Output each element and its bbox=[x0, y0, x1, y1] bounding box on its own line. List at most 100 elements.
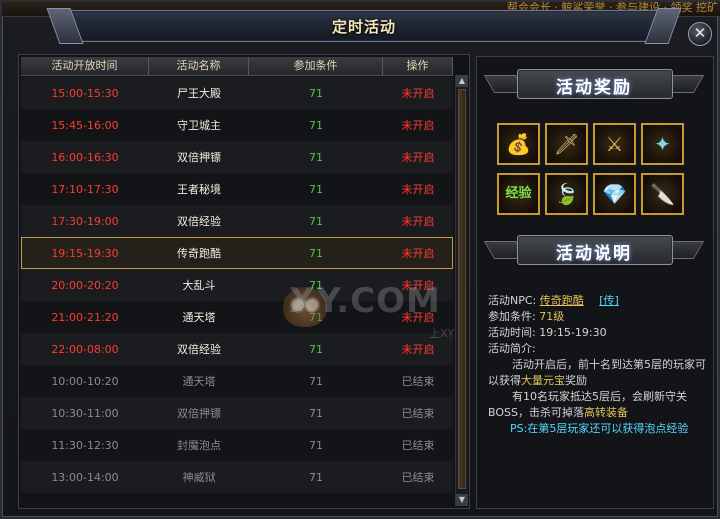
row-requirement: 71 bbox=[309, 246, 323, 260]
row-activity-name: 神威狱 bbox=[182, 471, 216, 484]
row-time: 17:10-17:30 bbox=[51, 182, 119, 196]
table-row[interactable]: 15:00-15:30 尸王大殿 71 未开启 bbox=[21, 77, 453, 109]
row-status[interactable]: 未开启 bbox=[383, 213, 453, 229]
requirement-value: 71级 bbox=[539, 310, 565, 323]
exp-orb-icon: 经验 bbox=[505, 186, 532, 201]
table-row[interactable]: 19:15-19:30 传奇跑酷 71 未开启 bbox=[21, 237, 453, 269]
table-row[interactable]: 11:30-12:30 封魔泡点 71 已结束 bbox=[21, 429, 453, 461]
row-activity-name: 尸王大殿 bbox=[177, 87, 221, 100]
table-row[interactable]: 10:30-11:00 双倍押镖 71 已结束 bbox=[21, 397, 453, 429]
row-requirement: 71 bbox=[309, 182, 323, 196]
row-status[interactable]: 未开启 bbox=[383, 341, 453, 357]
reward-slot[interactable]: 🍃 bbox=[545, 173, 588, 215]
npc-name-link[interactable]: 传奇跑酷 bbox=[540, 294, 584, 307]
reward-slot[interactable]: 💰 bbox=[497, 123, 540, 165]
table-row[interactable]: 17:30-19:00 双倍经验 71 未开启 bbox=[21, 205, 453, 237]
close-button[interactable]: ✕ bbox=[688, 22, 712, 46]
row-status[interactable]: 未开启 bbox=[383, 149, 453, 165]
reward-slot[interactable]: 🗡 bbox=[545, 123, 588, 165]
window-title: 定时活动 bbox=[331, 18, 396, 36]
ps-note: PS:在第5层玩家还可以获得泡点经验 bbox=[510, 422, 689, 435]
row-time: 19:15-19:30 bbox=[51, 246, 119, 260]
requirement-line: 参加条件: 71级 bbox=[488, 309, 708, 325]
scroll-up-icon[interactable]: ▲ bbox=[456, 75, 468, 87]
purple-gem-icon: 💎 bbox=[602, 182, 627, 206]
table-row[interactable]: 10:00-10:20 通天塔 71 已结束 bbox=[21, 365, 453, 397]
table-header: 活动开放时间 活动名称 参加条件 操作 bbox=[21, 57, 453, 76]
reward-slot[interactable]: 经验 bbox=[497, 173, 540, 215]
row-activity-name: 王者秘境 bbox=[177, 183, 221, 196]
row-requirement: 71 bbox=[309, 118, 323, 132]
table-row[interactable]: 13:00-14:00 神威狱 71 已结束 bbox=[21, 461, 453, 493]
description-banner: 活动说明 bbox=[483, 229, 705, 269]
reward-slot[interactable]: ⚔ bbox=[593, 123, 636, 165]
row-time: 10:30-11:00 bbox=[51, 406, 119, 420]
row-status[interactable]: 未开启 bbox=[383, 181, 453, 197]
dagger-icon: 🔪 bbox=[650, 182, 675, 206]
watermark-subtext: 上XY bbox=[429, 327, 455, 340]
row-status[interactable]: 已结束 bbox=[383, 437, 453, 453]
scroll-thumb[interactable] bbox=[458, 89, 466, 489]
requirement-label: 参加条件: bbox=[488, 310, 536, 323]
table-scrollbar[interactable]: ▲ ▼ bbox=[455, 75, 468, 506]
header-time: 活动开放时间 bbox=[21, 57, 149, 75]
intro-paragraph-1: 活动开启后，前十名到达第5层的玩家可以获得大量元宝奖励 bbox=[488, 357, 708, 389]
activity-window: 帮会会长 · 鲸鲨荣誉 · 参与建设 · 领奖 挖矿 定时活动 ✕ 活动开放时间… bbox=[0, 0, 720, 519]
row-activity-name: 双倍经验 bbox=[177, 343, 221, 356]
header-name: 活动名称 bbox=[149, 57, 249, 75]
intro-label: 活动简介: bbox=[488, 342, 536, 355]
sword-icon: 🗡 bbox=[553, 132, 580, 156]
npc-teleport-link[interactable]: [传] bbox=[599, 294, 619, 307]
schedule-table: 活动开放时间 活动名称 参加条件 操作 15:00-15:30 尸王大殿 71 未开启… bbox=[18, 54, 470, 509]
table-row[interactable]: 17:10-17:30 王者秘境 71 未开启 bbox=[21, 173, 453, 205]
row-requirement: 71 bbox=[309, 150, 323, 164]
row-activity-name: 守卫城主 bbox=[177, 119, 221, 132]
scroll-down-icon[interactable]: ▼ bbox=[456, 494, 468, 506]
row-requirement: 71 bbox=[309, 374, 323, 388]
watermark-text: XY.COM bbox=[289, 281, 441, 321]
row-requirement: 71 bbox=[309, 406, 323, 420]
intro-p1-tail: 奖励 bbox=[565, 374, 587, 387]
time-label: 活动时间: bbox=[488, 326, 536, 339]
title-bar[interactable]: 定时活动 bbox=[46, 8, 682, 44]
row-requirement: 71 bbox=[309, 214, 323, 228]
npc-line: 活动NPC: 传奇跑酷 [传] bbox=[488, 293, 708, 309]
row-status[interactable]: 未开启 bbox=[383, 117, 453, 133]
intro-p1-highlight: 大量元宝 bbox=[521, 374, 565, 387]
row-time: 11:30-12:30 bbox=[51, 438, 119, 452]
reward-slot[interactable]: ✦ bbox=[641, 123, 684, 165]
reward-slot[interactable]: 🔪 bbox=[641, 173, 684, 215]
fan-blade-icon: ✦ bbox=[654, 132, 671, 156]
intro-paragraph-2: 有10名玩家抵达5层后，会刷新守关BOSS，击杀可掉落高转装备 bbox=[488, 389, 708, 421]
row-time: 13:00-14:00 bbox=[51, 470, 119, 484]
row-activity-name: 封魔泡点 bbox=[177, 439, 221, 452]
row-time: 16:00-16:30 bbox=[51, 150, 119, 164]
row-time: 22:00-08:00 bbox=[51, 342, 119, 356]
reward-slot[interactable]: 💎 bbox=[593, 173, 636, 215]
row-status[interactable]: 未开启 bbox=[383, 85, 453, 101]
table-row[interactable]: 15:45-16:00 守卫城主 71 未开启 bbox=[21, 109, 453, 141]
row-activity-name: 通天塔 bbox=[182, 375, 216, 388]
close-icon: ✕ bbox=[693, 24, 707, 42]
time-value: 19:15-19:30 bbox=[539, 326, 607, 339]
rewards-banner: 活动奖励 bbox=[483, 63, 705, 103]
row-status[interactable]: 未开启 bbox=[383, 245, 453, 261]
row-activity-name: 大乱斗 bbox=[182, 279, 216, 292]
row-requirement: 71 bbox=[309, 342, 323, 356]
row-activity-name: 传奇跑酷 bbox=[177, 247, 221, 260]
row-activity-name: 双倍押镖 bbox=[177, 407, 221, 420]
row-status[interactable]: 已结束 bbox=[383, 405, 453, 421]
header-action: 操作 bbox=[383, 57, 453, 75]
gold-ingot-icon: 💰 bbox=[506, 132, 531, 156]
table-row[interactable]: 22:00-08:00 双倍经验 71 未开启 bbox=[21, 333, 453, 365]
description-title: 活动说明 bbox=[556, 244, 632, 264]
row-status[interactable]: 已结束 bbox=[383, 469, 453, 485]
intro-p2-highlight: 高转装备 bbox=[583, 406, 628, 419]
row-status[interactable]: 已结束 bbox=[383, 373, 453, 389]
table-row[interactable]: 16:00-16:30 双倍押镖 71 未开启 bbox=[21, 141, 453, 173]
row-activity-name: 通天塔 bbox=[182, 311, 216, 324]
rewards-title: 活动奖励 bbox=[556, 78, 632, 98]
row-time: 10:00-10:20 bbox=[51, 374, 119, 388]
npc-label: 活动NPC: bbox=[488, 294, 537, 307]
row-requirement: 71 bbox=[309, 438, 323, 452]
